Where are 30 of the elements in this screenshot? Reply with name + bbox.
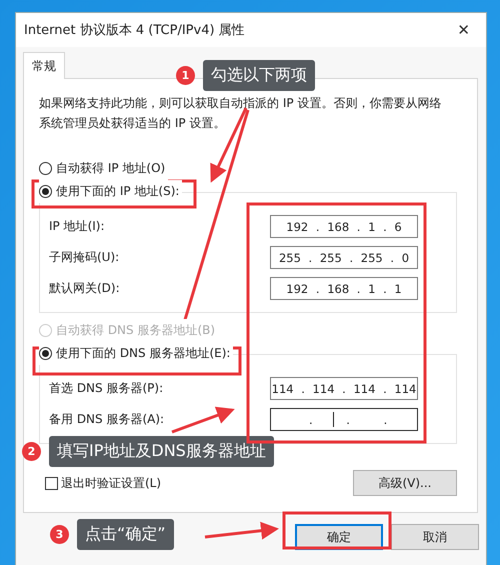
arrow (171, 406, 235, 434)
radio-button[interactable] (39, 347, 52, 360)
close-button[interactable]: ✕ (453, 19, 474, 41)
field-label: 备用 DNS 服务器(A): (49, 411, 164, 428)
field-label: IP 地址(I): (49, 218, 105, 235)
cancel-button[interactable]: 取消 (391, 524, 479, 550)
radio-button[interactable] (39, 185, 52, 198)
radio-label: 自动获得 IP 地址(O) (56, 160, 166, 177)
callout-label: 勾选以下两项 (203, 60, 315, 91)
text-cursor (333, 412, 334, 427)
callout-label: 填写IP地址及DNS服务器地址 (49, 436, 274, 467)
window-title: Internet 协议版本 4 (TCP/IPv4) 属性 (24, 22, 245, 39)
field-label: 首选 DNS 服务器(P): (49, 380, 164, 397)
checkbox-label: 退出时验证设置(L) (61, 474, 162, 492)
checkbox[interactable] (45, 476, 58, 490)
radio-label: 使用下面的 IP 地址(S): (56, 183, 180, 200)
ip-address-field[interactable]: 255 . 255 . 255 . 0 (270, 246, 418, 269)
ip-address-field[interactable]: 114 . 114 . 114 . 114 (270, 377, 418, 400)
radio-button[interactable] (39, 162, 52, 175)
description-text: 如果网络支持此功能，则可以获取自动指派的 IP 设置。否则，你需要从网络系统管理员处获得适当的 IP 设置。 (39, 95, 442, 132)
field-label: 默认网关(D): (49, 280, 120, 297)
ip-address-field[interactable]: . . . (270, 408, 418, 431)
advanced-button[interactable]: 高级(V)... (353, 470, 457, 496)
radio-label: 自动获得 DNS 服务器地址(B) (56, 322, 216, 339)
ip-address-field[interactable]: 192 . 168 . 1 . 6 (270, 215, 418, 238)
tab[interactable]: 常规 (23, 52, 65, 79)
ip-address-field[interactable]: 192 . 168 . 1 . 1 (270, 277, 418, 300)
callout-label: 点击“确定” (77, 519, 174, 550)
field-label: 子网掩码(U): (49, 249, 120, 266)
radio-label: 使用下面的 DNS 服务器地址(E): (56, 345, 230, 362)
